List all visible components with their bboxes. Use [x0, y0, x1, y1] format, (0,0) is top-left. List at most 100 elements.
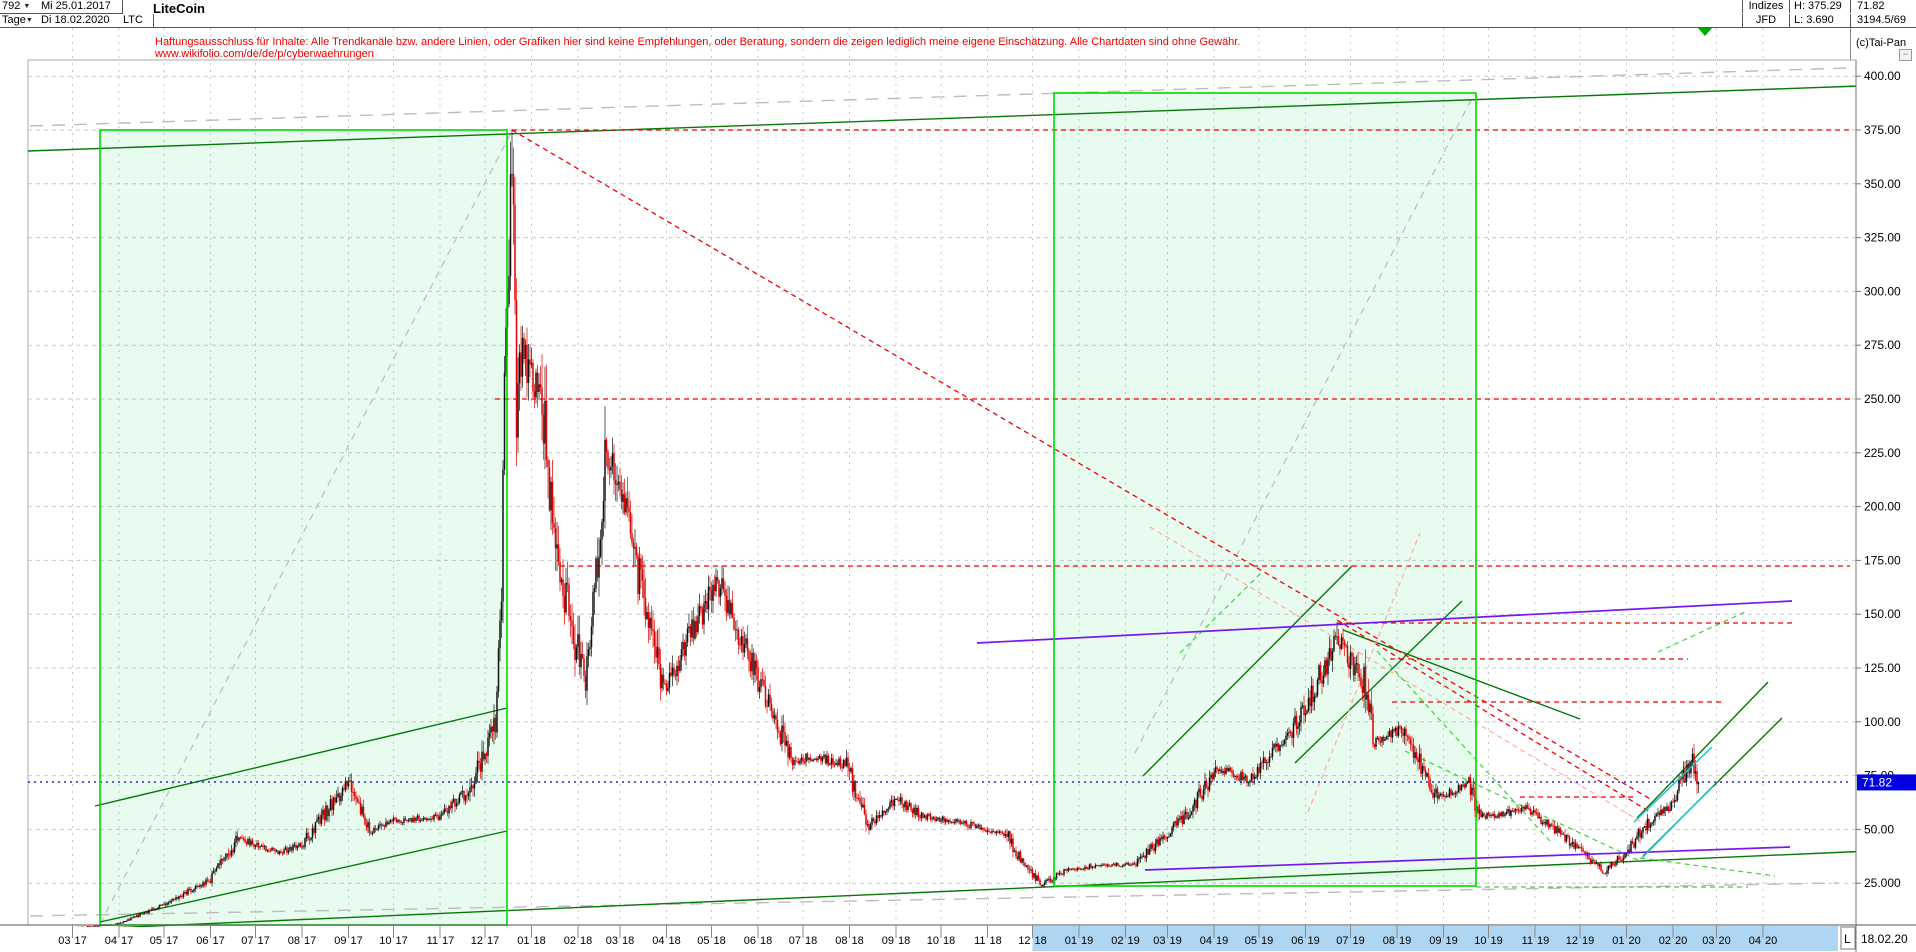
svg-text:03: 03	[1702, 935, 1714, 947]
svg-text:19: 19	[1308, 935, 1320, 947]
svg-text:50.00: 50.00	[1864, 822, 1894, 836]
minimize-icon[interactable]: −	[1899, 49, 1912, 61]
svg-text:09: 09	[334, 935, 346, 947]
svg-text:02: 02	[1659, 935, 1671, 947]
svg-text:08: 08	[835, 935, 847, 947]
chevron-down-icon: ▼	[25, 17, 33, 24]
svg-text:05: 05	[150, 935, 162, 947]
svg-text:19: 19	[1216, 935, 1228, 947]
svg-text:20: 20	[1719, 935, 1731, 947]
svg-text:200.00: 200.00	[1864, 500, 1901, 514]
time-axis: 03 17 04 17 05 17 06 17 07 17 08 17 09 17 10 17 11 17 12 17…	[0, 924, 1916, 951]
svg-text:18: 18	[714, 935, 726, 947]
svg-text:08: 08	[1383, 935, 1395, 947]
tai-pan-chart-window: { "header": { "bars_count": "792", "drop…	[0, 0, 1916, 952]
svg-text:08: 08	[288, 935, 300, 947]
svg-text:01: 01	[1612, 935, 1624, 947]
svg-text:18: 18	[760, 935, 772, 947]
volume-info: 3194.5/69	[1850, 14, 1916, 27]
bars-count-dropdown[interactable]: 792 ▼	[0, 0, 40, 14]
svg-text:18: 18	[1035, 935, 1047, 947]
copyright-label: (c)Tai-Pan	[1856, 37, 1907, 49]
symbol-cell: LTC	[120, 14, 154, 27]
svg-text:19: 19	[1537, 935, 1549, 947]
date-to[interactable]: Di 18.02.2020	[38, 14, 123, 27]
svg-text:18.02.20: 18.02.20	[1861, 932, 1908, 946]
svg-text:L: L	[1844, 932, 1851, 946]
svg-text:18: 18	[805, 935, 817, 947]
svg-text:71.82: 71.82	[1862, 775, 1892, 789]
header-bar	[0, 0, 1916, 28]
chart-canvas: 400.00 375.00 350.00 325.00 300.00 275.00 250.…	[0, 28, 1916, 952]
period-dropdown[interactable]: Tage▼	[0, 14, 40, 27]
svg-text:25.000: 25.000	[1864, 876, 1901, 890]
svg-text:11: 11	[427, 935, 438, 947]
svg-text:11: 11	[1522, 935, 1533, 947]
chevron-down-icon: ▼	[23, 3, 31, 10]
svg-text:12: 12	[471, 935, 483, 947]
svg-text:19: 19	[1446, 935, 1458, 947]
trend-box-fills	[100, 93, 1476, 925]
svg-text:02: 02	[1111, 935, 1123, 947]
svg-text:04: 04	[652, 935, 664, 947]
svg-text:03: 03	[1153, 935, 1165, 947]
svg-text:300.00: 300.00	[1864, 284, 1901, 298]
svg-text:17: 17	[166, 935, 178, 947]
svg-text:05: 05	[697, 935, 709, 947]
svg-text:10: 10	[1474, 935, 1486, 947]
svg-text:03: 03	[606, 935, 618, 947]
svg-text:10: 10	[927, 935, 939, 947]
svg-text:17: 17	[258, 935, 270, 947]
svg-text:250.00: 250.00	[1864, 392, 1901, 406]
svg-text:375.00: 375.00	[1864, 123, 1901, 137]
exchange-group-label: Indizes	[1742, 0, 1789, 13]
svg-text:275.00: 275.00	[1864, 338, 1901, 352]
svg-text:09: 09	[882, 935, 894, 947]
svg-text:06: 06	[196, 935, 208, 947]
svg-text:19: 19	[1128, 935, 1140, 947]
svg-text:20: 20	[1675, 935, 1687, 947]
svg-text:350.00: 350.00	[1864, 177, 1901, 191]
scale-toggle[interactable]: L	[1840, 926, 1856, 950]
svg-text:18: 18	[943, 935, 955, 947]
svg-text:17: 17	[75, 935, 87, 947]
svg-text:10: 10	[379, 935, 391, 947]
svg-text:19: 19	[1081, 935, 1093, 947]
svg-text:20: 20	[1765, 935, 1777, 947]
svg-text:18: 18	[852, 935, 864, 947]
svg-text:17: 17	[351, 935, 363, 947]
svg-text:225.00: 225.00	[1864, 446, 1901, 460]
svg-text:18: 18	[534, 935, 546, 947]
svg-text:19: 19	[1399, 935, 1411, 947]
low-value: L: 3.690	[1789, 14, 1853, 27]
svg-text:17: 17	[304, 935, 316, 947]
last-price-value: 71.82	[1850, 0, 1916, 13]
svg-text:17: 17	[396, 935, 408, 947]
exchange-label: JFD	[1742, 14, 1789, 27]
svg-text:19: 19	[1491, 935, 1503, 947]
svg-text:18: 18	[898, 935, 910, 947]
svg-text:19: 19	[1261, 935, 1273, 947]
svg-text:17: 17	[121, 935, 133, 947]
marker-triangle-icon	[1698, 28, 1712, 36]
svg-text:20: 20	[1629, 935, 1641, 947]
disclaimer-text: Haftungsausschluss für Inhalte: Alle Tre…	[155, 36, 1241, 60]
svg-text:18: 18	[622, 935, 634, 947]
svg-text:325.00: 325.00	[1864, 231, 1901, 245]
svg-text:17: 17	[487, 935, 499, 947]
svg-text:07: 07	[241, 935, 253, 947]
last-price-badge: 71.82	[1857, 774, 1916, 791]
svg-text:17: 17	[442, 935, 454, 947]
svg-text:12: 12	[1018, 935, 1030, 947]
svg-text:18: 18	[990, 935, 1002, 947]
svg-text:19: 19	[1582, 935, 1594, 947]
date-from[interactable]: Mi 25.01.2017	[38, 0, 123, 14]
svg-text:04: 04	[1200, 935, 1212, 947]
svg-text:01: 01	[517, 935, 529, 947]
last-date-cell: 18.02.20	[1861, 932, 1908, 946]
svg-text:04: 04	[105, 935, 117, 947]
svg-text:06: 06	[744, 935, 756, 947]
svg-text:11: 11	[974, 935, 985, 947]
high-value: H: 375.29	[1789, 0, 1853, 13]
price-axis: 400.00 375.00 350.00 325.00 300.00 275.00 250.…	[1855, 60, 1901, 952]
